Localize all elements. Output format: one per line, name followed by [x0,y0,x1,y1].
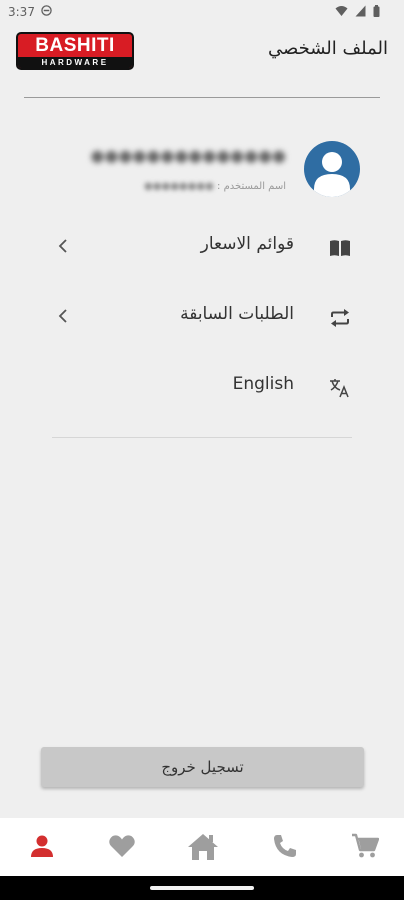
cart-icon [352,833,379,858]
nav-home[interactable] [187,833,218,861]
nav-cart[interactable] [350,833,380,861]
dnd-icon [41,5,52,16]
chevron-left-icon [58,239,67,253]
user-avatar-icon [314,152,350,197]
logout-button[interactable]: تسجيل خروج [41,747,364,787]
home-gesture-bar[interactable] [150,886,254,890]
nav-phone[interactable] [270,833,300,861]
username-row: اسم المستخدم : ●●●●●●●● [144,181,286,192]
menu-divider [52,437,352,438]
status-bar: 3:37 [0,0,404,24]
nav-favorites[interactable] [107,833,137,861]
bottom-nav [0,818,404,876]
menu-item-previous-orders[interactable]: الطلبات السابقة [50,294,360,338]
favorites-icon [109,835,135,857]
book-icon [330,240,350,256]
chevron-left-icon [58,309,67,323]
avatar [304,141,360,197]
status-time: 3:37 [8,5,35,19]
signal-icon [355,5,366,17]
repeat-icon [331,309,349,327]
username-label: اسم المستخدم : [217,181,286,192]
status-icons [332,5,380,17]
menu-label-previous-orders: الطلبات السابقة [180,304,294,324]
menu-label-language: English [232,374,294,394]
system-gesture-area [0,876,404,900]
brand-logo: BASHITI HARDWARE [16,32,134,70]
menu-item-language[interactable]: English [50,364,360,408]
profile-icon [31,835,53,857]
profile-name: ●●●●●●●●●●●●●● [90,146,286,165]
nav-profile[interactable] [27,833,57,861]
menu-label-price-lists: قوائم الاسعار [200,234,294,254]
translate-icon [330,379,349,398]
phone-icon [274,835,296,857]
page-title: الملف الشخصي [268,38,388,59]
home-icon [188,834,218,860]
battery-icon [373,5,380,17]
menu-item-price-lists[interactable]: قوائم الاسعار [50,224,360,268]
logo-text-top: BASHITI [35,35,115,56]
logo-text-bottom: HARDWARE [18,57,132,68]
username-value: ●●●●●●●● [144,181,214,192]
header-divider [24,97,380,98]
wifi-icon [335,6,348,16]
